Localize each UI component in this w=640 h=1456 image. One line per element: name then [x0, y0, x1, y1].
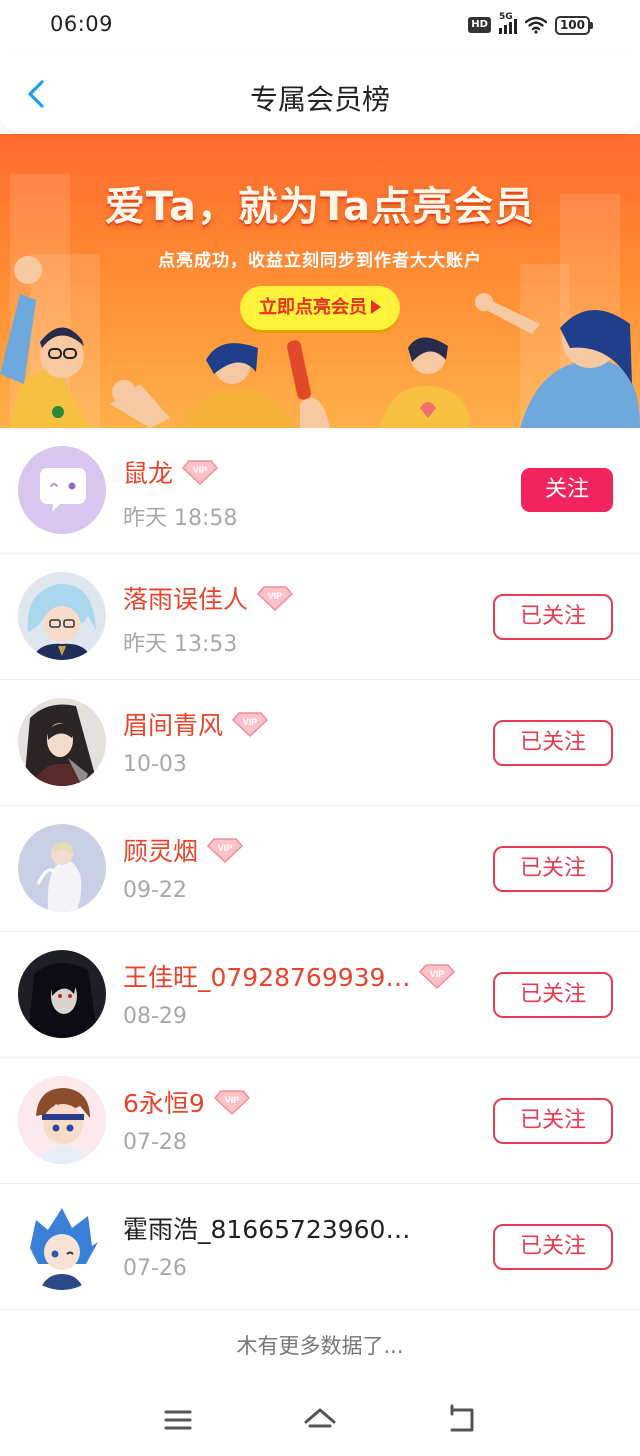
followed-button[interactable]: 已关注: [493, 1098, 613, 1144]
play-arrow-icon: [371, 300, 381, 314]
page-title: 专属会员榜: [249, 83, 390, 116]
hd-icon: HD: [468, 17, 491, 33]
followed-button[interactable]: 已关注: [493, 720, 613, 766]
vip-badge-text: VIP: [268, 591, 283, 601]
battery-icon: 100: [554, 15, 594, 35]
followed-button[interactable]: 已关注: [493, 1224, 613, 1270]
list-item[interactable]: 顾灵烟 VIP 09-22 已关注: [0, 806, 640, 932]
no-more-data-text: 木有更多数据了...: [236, 1334, 404, 1358]
list-item[interactable]: 鼠龙 VIP 昨天 18:58 关注: [0, 428, 640, 554]
vip-badge-text: VIP: [193, 465, 208, 475]
followed-button[interactable]: 已关注: [493, 594, 613, 640]
avatar[interactable]: [18, 572, 106, 660]
vip-badge-text: VIP: [225, 1095, 240, 1105]
list-item[interactable]: 王佳旺_07928769939… VIP 08-29 已关注: [0, 932, 640, 1058]
wifi-icon: [524, 16, 547, 34]
vip-diamond-icon: VIP: [213, 1090, 250, 1116]
avatar[interactable]: [18, 1202, 106, 1290]
avatar[interactable]: [18, 824, 106, 912]
user-name[interactable]: 鼠龙: [123, 454, 173, 490]
avatar[interactable]: [18, 950, 106, 1038]
join-time: 10-03: [123, 752, 187, 777]
user-name[interactable]: 落雨误佳人: [123, 580, 248, 616]
avatar[interactable]: [18, 446, 106, 534]
activate-membership-label: 立即点亮会员: [259, 297, 367, 318]
top-app-bar: 专属会员榜: [0, 52, 640, 132]
user-name[interactable]: 霍雨浩_81665723960…: [123, 1210, 410, 1246]
followed-button[interactable]: 已关注: [493, 846, 613, 892]
join-time: 08-29: [123, 1004, 187, 1029]
vip-diamond-icon: VIP: [419, 964, 456, 990]
join-time: 昨天 18:58: [123, 506, 238, 531]
user-name[interactable]: 6永恒9: [123, 1084, 205, 1120]
join-time: 07-28: [123, 1130, 187, 1155]
system-nav-bar: [0, 1386, 640, 1456]
home-icon[interactable]: [302, 1402, 338, 1438]
signal-icon: 5G: [498, 12, 517, 34]
activate-membership-button[interactable]: 立即点亮会员: [240, 286, 400, 330]
user-name[interactable]: 王佳旺_07928769939…: [123, 958, 410, 994]
user-name[interactable]: 顾灵烟: [123, 832, 198, 868]
status-bar: 06:09 HD 5G 100: [0, 0, 640, 52]
vip-badge-text: VIP: [243, 717, 258, 727]
promo-banner[interactable]: 爱Ta，就为Ta点亮会员 点亮成功，收益立刻同步到作者大大账户 立即点亮会员: [0, 134, 640, 428]
list-item[interactable]: 6永恒9 VIP 07-28 已关注: [0, 1058, 640, 1184]
status-time: 06:09: [50, 12, 114, 36]
network-label: 5G: [498, 12, 513, 22]
join-time: 07-26: [123, 1256, 187, 1281]
status-icons: HD 5G 100: [468, 12, 594, 36]
followed-button[interactable]: 已关注: [493, 972, 613, 1018]
avatar[interactable]: [18, 1076, 106, 1164]
menu-icon[interactable]: [160, 1402, 196, 1438]
vip-diamond-icon: VIP: [181, 460, 219, 486]
banner-headline: 爱Ta，就为Ta点亮会员: [104, 184, 536, 230]
follow-button[interactable]: 关注: [521, 468, 613, 512]
member-list: 鼠龙 VIP 昨天 18:58 关注 落雨误佳人 VIP 昨天 13:53 已关…: [0, 428, 640, 1310]
banner-subtitle: 点亮成功，收益立刻同步到作者大大账户: [158, 251, 482, 271]
list-item[interactable]: 落雨误佳人 VIP 昨天 13:53 已关注: [0, 554, 640, 680]
vip-diamond-icon: VIP: [206, 838, 244, 864]
user-name[interactable]: 眉间青风: [123, 706, 223, 742]
list-item[interactable]: 眉间青风 VIP 10-03 已关注: [0, 680, 640, 806]
back-icon[interactable]: [444, 1402, 480, 1438]
vip-diamond-icon: VIP: [256, 586, 294, 612]
vip-diamond-icon: VIP: [231, 712, 269, 738]
list-item[interactable]: 霍雨浩_81665723960… 07-26 已关注: [0, 1184, 640, 1310]
join-time: 09-22: [123, 878, 187, 903]
avatar[interactable]: [18, 698, 106, 786]
vip-badge-text: VIP: [218, 843, 233, 853]
join-time: 昨天 13:53: [123, 632, 238, 657]
vip-badge-text: VIP: [430, 969, 445, 979]
